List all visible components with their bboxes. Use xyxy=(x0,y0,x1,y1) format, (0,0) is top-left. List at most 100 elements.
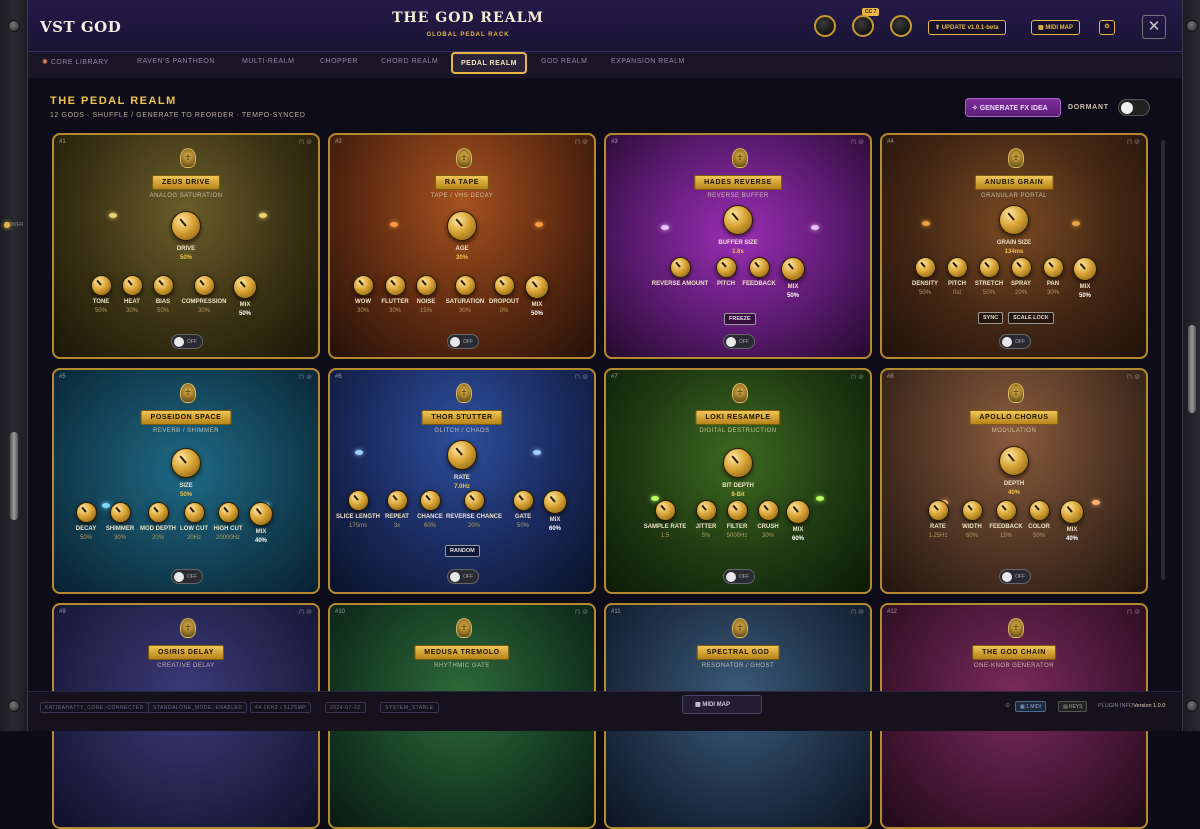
tab-chord-realm[interactable]: CHORD REALM xyxy=(381,58,438,65)
knob-mix[interactable] xyxy=(1073,257,1097,281)
generate-fx-idea-button[interactable]: ✧ GENERATE FX IDEA xyxy=(965,98,1061,117)
pedal-power-toggle[interactable]: OFF xyxy=(171,569,203,584)
main-knob[interactable] xyxy=(999,205,1029,235)
knob-heat[interactable] xyxy=(121,275,143,296)
knob-color[interactable] xyxy=(1028,500,1050,521)
main-knob[interactable] xyxy=(447,440,477,470)
link-icon[interactable]: ⊘ xyxy=(1134,139,1140,146)
knob-crush[interactable] xyxy=(757,500,779,521)
knob-rate[interactable] xyxy=(927,500,949,521)
link-icon[interactable]: ⊘ xyxy=(306,609,312,616)
main-knob[interactable] xyxy=(171,211,201,241)
knob-low-cut[interactable] xyxy=(183,502,205,523)
knob-pan[interactable] xyxy=(1042,257,1064,278)
pedal-power-toggle[interactable]: OFF xyxy=(447,569,479,584)
lock-icon[interactable]: ⊓ xyxy=(575,374,580,381)
knob-stretch[interactable] xyxy=(978,257,1000,278)
knob-wow[interactable] xyxy=(352,275,374,296)
lock-icon[interactable]: ⊓ xyxy=(299,374,304,381)
knob-pitch[interactable] xyxy=(946,257,968,278)
plugin-info[interactable]: PLUGIN INFOVersion 1.0.0 xyxy=(1098,703,1165,709)
lock-icon[interactable]: ⊓ xyxy=(1127,139,1132,146)
knob-feedback[interactable] xyxy=(748,257,770,278)
knob-mix[interactable] xyxy=(543,490,567,514)
card-controls[interactable]: ⊓ ⊘ xyxy=(575,608,588,616)
midi-map-header-button[interactable]: ▦ MIDI MAP xyxy=(1031,20,1081,35)
dormant-toggle[interactable] xyxy=(1118,99,1150,116)
pedal-button-sync[interactable]: SYNC xyxy=(978,312,1004,324)
knob-reverse-amount[interactable] xyxy=(669,257,691,278)
settings-small-icon[interactable]: ⚙ xyxy=(1005,702,1010,709)
settings-gear-icon[interactable]: ⚙ xyxy=(1099,20,1115,35)
knob-shimmer[interactable] xyxy=(109,502,131,523)
card-controls[interactable]: ⊓ ⊘ xyxy=(1127,138,1140,146)
card-controls[interactable]: ⊓ ⊘ xyxy=(851,373,864,381)
knob-spray[interactable] xyxy=(1010,257,1032,278)
link-icon[interactable]: ⊘ xyxy=(582,374,588,381)
knob-mod-depth[interactable] xyxy=(147,502,169,523)
knob-decay[interactable] xyxy=(75,502,97,523)
tab-core-library[interactable]: ✺ CORE LIBRARY xyxy=(42,58,109,66)
main-knob[interactable] xyxy=(999,446,1029,476)
pedal-power-toggle[interactable]: OFF xyxy=(999,569,1031,584)
card-controls[interactable]: ⊓ ⊘ xyxy=(575,373,588,381)
knob-dropout[interactable] xyxy=(493,275,515,296)
midi-map-footer-button[interactable]: ▦ MIDI MAP xyxy=(682,695,762,714)
knob-saturation[interactable] xyxy=(454,275,476,296)
lock-icon[interactable]: ⊓ xyxy=(575,609,580,616)
knob-noise[interactable] xyxy=(415,275,437,296)
pedal-power-toggle[interactable]: OFF xyxy=(999,334,1031,349)
knob-mix[interactable] xyxy=(781,257,805,281)
card-controls[interactable]: ⊓ ⊘ xyxy=(1127,608,1140,616)
update-button[interactable]: ⬆ UPDATE v1.0.1-beta xyxy=(928,20,1006,35)
card-controls[interactable]: ⊓ ⊘ xyxy=(575,138,588,146)
knob-chance[interactable] xyxy=(419,490,441,511)
tab-god-realm[interactable]: GOD REALM xyxy=(541,58,588,65)
link-icon[interactable]: ⊘ xyxy=(306,374,312,381)
knob-sample-rate[interactable] xyxy=(654,500,676,521)
tab-ravens-pantheon[interactable]: RAVEN'S PANTHEON xyxy=(137,58,215,65)
card-controls[interactable]: ⊓ ⊘ xyxy=(851,608,864,616)
lock-icon[interactable]: ⊓ xyxy=(299,609,304,616)
lock-icon[interactable]: ⊓ xyxy=(299,139,304,146)
vertical-scrollbar[interactable] xyxy=(1161,140,1165,580)
knob-slice-length[interactable] xyxy=(347,490,369,511)
card-controls[interactable]: ⊓ ⊘ xyxy=(1127,373,1140,381)
knob-pitch[interactable] xyxy=(715,257,737,278)
pedal-power-toggle[interactable]: OFF xyxy=(447,334,479,349)
header-knob-1[interactable] xyxy=(814,15,836,37)
main-knob[interactable] xyxy=(723,205,753,235)
lock-icon[interactable]: ⊓ xyxy=(1127,609,1132,616)
link-icon[interactable]: ⊘ xyxy=(582,139,588,146)
link-icon[interactable]: ⊘ xyxy=(306,139,312,146)
lock-icon[interactable]: ⊓ xyxy=(851,139,856,146)
header-knob-3[interactable] xyxy=(890,15,912,37)
lock-icon[interactable]: ⊓ xyxy=(575,139,580,146)
knob-compression[interactable] xyxy=(193,275,215,296)
knob-mix[interactable] xyxy=(786,500,810,524)
knob-mix[interactable] xyxy=(1060,500,1084,524)
card-controls[interactable]: ⊓ ⊘ xyxy=(299,373,312,381)
knob-jitter[interactable] xyxy=(695,500,717,521)
knob-filter[interactable] xyxy=(726,500,748,521)
pedal-power-toggle[interactable]: OFF xyxy=(723,334,755,349)
knob-mix[interactable] xyxy=(233,275,257,299)
knob-high-cut[interactable] xyxy=(217,502,239,523)
knob-density[interactable] xyxy=(914,257,936,278)
card-controls[interactable]: ⊓ ⊘ xyxy=(299,608,312,616)
main-knob[interactable] xyxy=(171,448,201,478)
link-icon[interactable]: ⊘ xyxy=(858,139,864,146)
knob-feedback[interactable] xyxy=(995,500,1017,521)
knob-mix[interactable] xyxy=(525,275,549,299)
pedal-power-toggle[interactable]: OFF xyxy=(723,569,755,584)
link-icon[interactable]: ⊘ xyxy=(1134,609,1140,616)
lock-icon[interactable]: ⊓ xyxy=(851,374,856,381)
tab-pedal-realm[interactable]: PEDAL REALM xyxy=(451,52,527,74)
link-icon[interactable]: ⊘ xyxy=(858,374,864,381)
knob-tone[interactable] xyxy=(90,275,112,296)
pedal-button-random[interactable]: RANDOM xyxy=(445,545,480,557)
lock-icon[interactable]: ⊓ xyxy=(851,609,856,616)
pedal-button-scale-lock[interactable]: SCALE LOCK xyxy=(1008,312,1054,324)
lock-icon[interactable]: ⊓ xyxy=(1127,374,1132,381)
header-knob-cc[interactable] xyxy=(852,15,874,37)
